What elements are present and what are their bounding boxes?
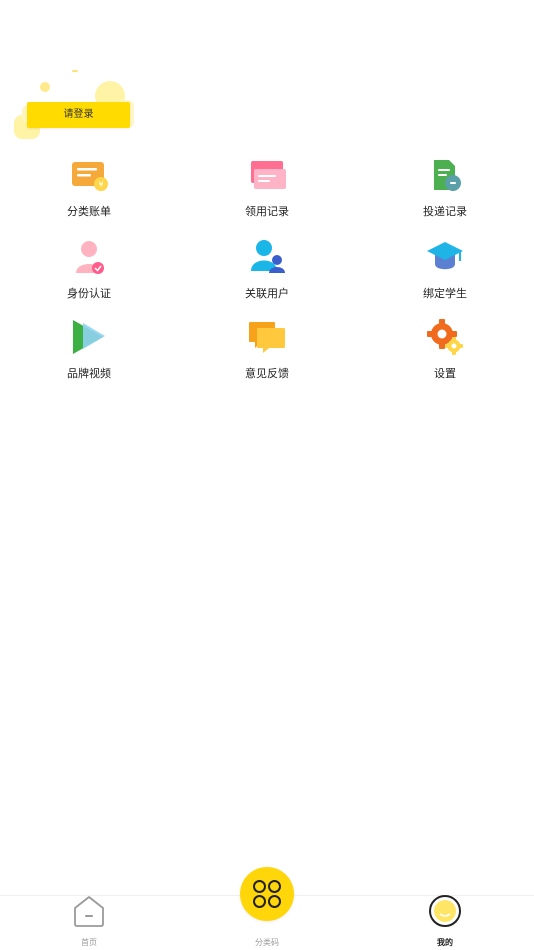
menu-label-identity-verify: 身份认证 — [67, 287, 111, 300]
menu-label-delivery-record: 投递记录 — [423, 205, 467, 218]
home-icon — [74, 896, 104, 927]
delivery-record-icon — [434, 160, 461, 191]
linked-users-icon — [251, 240, 285, 273]
menu-item-receive-record[interactable]: 领用记录 — [207, 155, 327, 227]
menu-label-settings: 设置 — [434, 367, 456, 380]
menu-item-identity-verify[interactable]: 身份认证 — [29, 237, 149, 309]
four-leaf-icon — [253, 880, 281, 908]
receive-record-icon — [251, 161, 286, 189]
menu-label-brand-video: 品牌视频 — [67, 367, 111, 380]
avatar-icon — [429, 895, 461, 927]
svg-text:¥: ¥ — [98, 180, 103, 189]
menu-item-feedback[interactable]: 意见反馈 — [207, 317, 327, 389]
menu-label-receive-record: 领用记录 — [245, 205, 289, 218]
classification-code-button[interactable] — [240, 867, 294, 921]
menu-item-linked-users[interactable]: 关联用户 — [207, 237, 327, 309]
menu-item-bind-student[interactable]: 绑定学生 — [385, 237, 505, 309]
menu-label-bind-student: 绑定学生 — [423, 287, 467, 300]
menu-item-settings[interactable]: 设置 — [385, 317, 505, 389]
tab-mine-label: 我的 — [437, 938, 453, 947]
bill-icon: ¥ — [72, 162, 108, 191]
graduation-cap-icon — [427, 242, 463, 270]
menu-label-linked-users: 关联用户 — [245, 287, 289, 300]
menu-item-delivery-record[interactable]: 投递记录 — [385, 155, 505, 227]
tab-home-label: 首页 — [81, 938, 97, 947]
profile-page: 请登录 ¥ 分类账单 领用记录 投递记录 身份认证 关联用户 绑定学生 品牌视频… — [0, 0, 534, 950]
identity-verify-icon — [76, 241, 104, 274]
play-icon — [73, 320, 105, 354]
menu-item-bill[interactable]: ¥ 分类账单 — [29, 155, 149, 227]
login-button[interactable]: 请登录 — [27, 102, 130, 128]
menu-label-bill: 分类账单 — [67, 205, 111, 218]
tab-home[interactable]: 首页 — [29, 896, 149, 950]
menu-label-feedback: 意见反馈 — [245, 367, 289, 380]
feedback-icon — [249, 322, 285, 353]
tab-code-label: 分类码 — [255, 938, 279, 947]
tab-mine[interactable]: 我的 — [385, 895, 505, 950]
settings-gear-icon — [427, 319, 463, 355]
menu-item-brand-video[interactable]: 品牌视频 — [29, 317, 149, 389]
